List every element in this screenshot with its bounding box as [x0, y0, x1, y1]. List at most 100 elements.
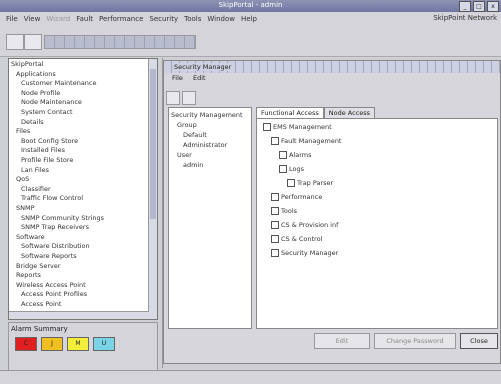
nav-tree-item[interactable]: Wireless Access Point: [16, 281, 86, 289]
security-tree-item-label: Administrator: [183, 141, 228, 149]
security-tree-item[interactable]: Group: [177, 121, 197, 129]
nav-tree-item[interactable]: Access Point Profiles: [21, 290, 87, 298]
menu-fault[interactable]: Fault: [76, 15, 93, 23]
nav-tree-item[interactable]: Files: [16, 127, 30, 135]
menu-wizard[interactable]: Wizard: [46, 15, 70, 23]
alarm-count-box[interactable]: M: [67, 337, 89, 351]
security-tree-item[interactable]: Default: [183, 131, 207, 139]
permission-item[interactable]: CS & Provision inf: [271, 221, 338, 229]
permission-item[interactable]: EMS Management: [263, 123, 332, 131]
security-menu-file[interactable]: File: [172, 74, 183, 82]
permission-item[interactable]: CS & Control: [271, 235, 322, 243]
security-tree-item[interactable]: Security Management: [171, 111, 243, 119]
checkbox-icon[interactable]: [271, 137, 279, 145]
checkbox-icon[interactable]: [271, 235, 279, 243]
tree-horizontal-scrollbar[interactable]: [9, 311, 149, 319]
security-tree-item[interactable]: User: [177, 151, 192, 159]
nav-tree-item-label: SNMP Community Strings: [21, 213, 105, 222]
nav-tree-item[interactable]: Classifier: [21, 185, 51, 193]
alarm-count-box[interactable]: C: [15, 337, 37, 351]
checkbox-icon[interactable]: [279, 151, 287, 159]
nav-tree-item[interactable]: Bridge Server: [16, 262, 61, 270]
permission-item-label: Security Manager: [281, 249, 339, 257]
checkbox-icon[interactable]: [263, 123, 271, 131]
tab-functional-access[interactable]: Functional Access: [256, 107, 324, 118]
nav-tree-item-label: Wireless Access Point: [16, 280, 86, 289]
security-tool-2[interactable]: [182, 91, 196, 105]
menu-file[interactable]: File: [6, 15, 18, 23]
nav-tree-item-label: Customer Maintenance: [21, 79, 97, 88]
security-tool-1[interactable]: [166, 91, 180, 105]
nav-tree-item[interactable]: Details: [21, 118, 44, 126]
status-bar: [0, 370, 501, 384]
nav-tree-item[interactable]: Software Reports: [21, 252, 77, 260]
menu-tools[interactable]: Tools: [184, 15, 201, 23]
menu-performance[interactable]: Performance: [99, 15, 143, 23]
nav-tree-item[interactable]: Reports: [16, 271, 41, 279]
nav-tree-item[interactable]: Node Profile: [21, 89, 60, 97]
permission-item[interactable]: Security Manager: [271, 249, 338, 257]
permission-item[interactable]: Logs: [279, 165, 304, 173]
permission-item[interactable]: Alarms: [279, 151, 312, 159]
toolbar-button-1[interactable]: [6, 34, 24, 50]
security-menu-edit[interactable]: Edit: [193, 74, 206, 82]
nav-tree-item[interactable]: Software Distribution: [21, 242, 90, 250]
maximize-button[interactable]: □: [473, 1, 485, 12]
menu-view[interactable]: View: [24, 15, 41, 23]
permission-item-label: Fault Management: [281, 137, 342, 145]
nav-tree-item[interactable]: Software: [16, 233, 45, 241]
checkbox-icon[interactable]: [271, 193, 279, 201]
nav-tree-item[interactable]: SkipPortal: [11, 60, 44, 68]
nav-tree-item-label: Files: [16, 127, 31, 136]
security-tree[interactable]: Security Management Group Default Administr…: [168, 107, 252, 329]
alarm-count-box[interactable]: U: [93, 337, 115, 351]
menu-security[interactable]: Security: [149, 15, 178, 23]
nav-tree-item[interactable]: Access Point: [21, 300, 61, 308]
permission-item[interactable]: Tools: [271, 207, 297, 215]
change-password-button[interactable]: Change Password: [374, 333, 456, 349]
permission-tree[interactable]: EMS Management Fault Management Alarms Logs…: [256, 118, 498, 329]
menu-help[interactable]: Help: [241, 15, 257, 23]
permission-item-label: Alarms: [289, 151, 312, 159]
nav-tree-item[interactable]: Traffic Flow Control: [21, 194, 83, 202]
nav-tree-item[interactable]: Installed Files: [21, 146, 65, 154]
nav-tree-item[interactable]: Profile File Store: [21, 156, 73, 164]
checkbox-icon[interactable]: [271, 221, 279, 229]
security-tree-item[interactable]: Administrator: [183, 141, 227, 149]
menu-window[interactable]: Window: [207, 15, 235, 23]
security-tree-item[interactable]: admin: [183, 161, 203, 169]
security-manager-titlebar[interactable]: Security Manager: [164, 61, 500, 73]
nav-tree-item-label: SNMP Trap Receivers: [21, 223, 89, 232]
nav-tree-item[interactable]: Customer Maintenance: [21, 79, 97, 87]
close-window-button[interactable]: x: [487, 1, 499, 12]
nav-tree-item[interactable]: SNMP: [16, 204, 35, 212]
tree-vertical-scrollbar[interactable]: [148, 59, 157, 319]
navigation-tree[interactable]: SkipPortal Applications Customer Maintenan…: [8, 58, 158, 320]
permission-item[interactable]: Performance: [271, 193, 322, 201]
alarm-count-box[interactable]: J: [41, 337, 63, 351]
checkbox-icon[interactable]: [271, 249, 279, 257]
nav-tree-item[interactable]: System Contact: [21, 108, 73, 116]
nav-tree-item[interactable]: Lan Files: [21, 166, 49, 174]
nav-tree-item[interactable]: Applications: [16, 70, 56, 78]
security-tree-item-label: Group: [177, 121, 197, 129]
checkbox-icon[interactable]: [271, 207, 279, 215]
nav-tree-item-label: Profile File Store: [21, 156, 74, 164]
nav-tree-item[interactable]: QoS: [16, 175, 29, 183]
checkbox-icon[interactable]: [279, 165, 287, 173]
nav-tree-item[interactable]: Node Maintenance: [21, 98, 82, 106]
tab-node-access[interactable]: Node Access: [323, 107, 376, 118]
security-tree-item-label: User: [177, 151, 192, 159]
checkbox-icon[interactable]: [287, 179, 295, 187]
close-button[interactable]: Close: [460, 333, 498, 349]
nav-tree-item[interactable]: Boot Config Store: [21, 137, 78, 145]
permission-item[interactable]: Fault Management: [271, 137, 341, 145]
permission-item[interactable]: Trap Parser: [287, 179, 333, 187]
alarm-summary-panel: Alarm Summary CJMU: [8, 322, 158, 372]
minimize-button[interactable]: _: [459, 1, 471, 12]
menubar: File View Wizard Fault Performance Secur…: [0, 12, 501, 26]
toolbar-button-2[interactable]: [24, 34, 42, 50]
edit-button[interactable]: Edit: [314, 333, 370, 349]
nav-tree-item[interactable]: SNMP Trap Receivers: [21, 223, 89, 231]
nav-tree-item[interactable]: SNMP Community Strings: [21, 214, 104, 222]
